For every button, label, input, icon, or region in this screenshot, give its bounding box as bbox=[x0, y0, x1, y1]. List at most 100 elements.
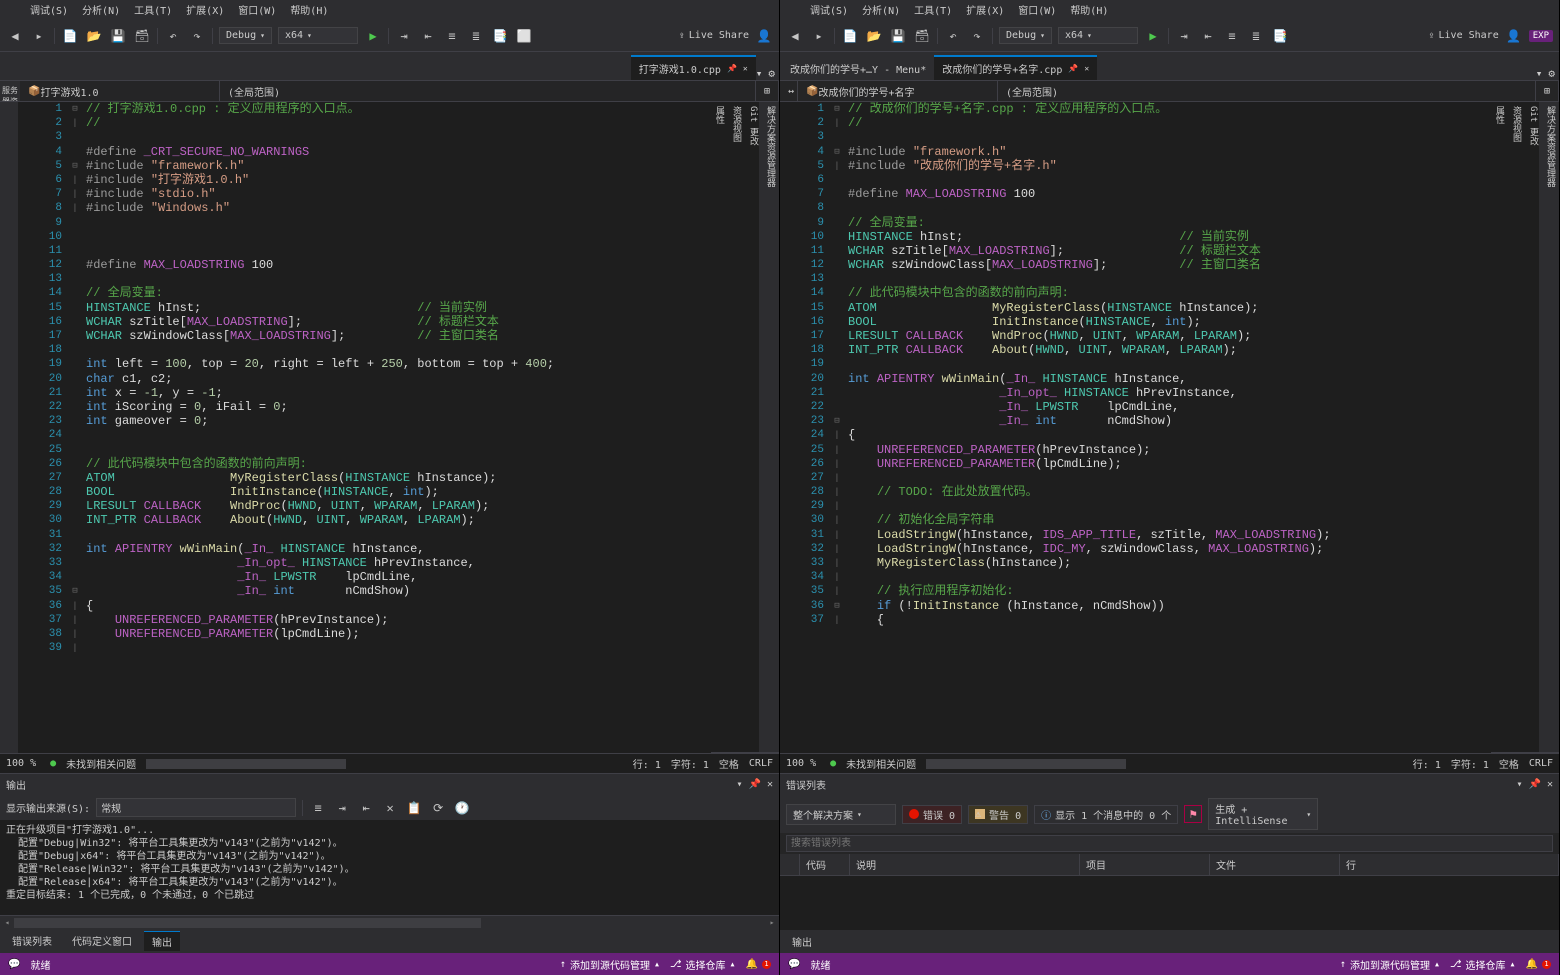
menu-item[interactable]: 分析(N) bbox=[82, 2, 120, 18]
indent-mode[interactable]: 空格 bbox=[1499, 756, 1519, 771]
side-panel-tab[interactable]: 属性 bbox=[711, 102, 728, 753]
nav-back-icon[interactable]: ◀ bbox=[786, 27, 804, 45]
tb-icon[interactable]: ⇥ bbox=[395, 27, 413, 45]
new-icon[interactable]: 📄 bbox=[841, 27, 859, 45]
fold-column[interactable]: ⊟|⊟|⊟||||||||||||⊟| bbox=[830, 102, 844, 753]
pin-icon[interactable]: 📌 bbox=[749, 779, 761, 790]
output-source-select[interactable]: 常规 bbox=[96, 798, 296, 817]
saveall-icon[interactable]: 🗃 bbox=[133, 27, 151, 45]
redo-icon[interactable]: ↷ bbox=[188, 27, 206, 45]
undo-icon[interactable]: ↶ bbox=[944, 27, 962, 45]
tb-icon[interactable]: ⇤ bbox=[419, 27, 437, 45]
bottom-tab[interactable]: 错误列表 bbox=[4, 931, 60, 951]
side-panel-tab[interactable]: Git 更改 bbox=[1525, 102, 1542, 753]
indent-mode[interactable]: 空格 bbox=[719, 756, 739, 771]
pin-icon[interactable]: 📌 bbox=[1529, 779, 1541, 790]
start-debug-icon[interactable]: ▶ bbox=[364, 27, 382, 45]
menubar[interactable]: 调试(S)分析(N)工具(T)扩展(X)窗口(W)帮助(H) bbox=[0, 0, 779, 20]
tb-icon[interactable]: 📑 bbox=[491, 27, 509, 45]
notification-icon[interactable]: 🔔1 bbox=[1526, 959, 1551, 970]
bottom-tab[interactable]: 输出 bbox=[784, 932, 820, 951]
menubar[interactable]: 调试(S)分析(N)工具(T)扩展(X)窗口(W)帮助(H) bbox=[780, 0, 1559, 20]
tb-icon[interactable]: 📑 bbox=[1271, 27, 1289, 45]
line-ending[interactable]: CRLF bbox=[749, 758, 773, 769]
chat-icon[interactable]: 💬 bbox=[788, 959, 800, 970]
close-icon[interactable]: ✕ bbox=[1084, 64, 1089, 73]
config-dropdown[interactable]: Debug bbox=[219, 27, 272, 44]
tb-icon[interactable]: ⇤ bbox=[1199, 27, 1217, 45]
tb-icon[interactable]: ⇤ bbox=[357, 799, 375, 817]
close-icon[interactable]: ✕ bbox=[767, 779, 773, 790]
split-icon[interactable]: ⊞ bbox=[1536, 81, 1559, 101]
tb-icon[interactable]: ≣ bbox=[467, 27, 485, 45]
close-icon[interactable]: ✕ bbox=[1547, 779, 1553, 790]
nav-fwd-icon[interactable]: ▸ bbox=[30, 27, 48, 45]
tb-icon[interactable]: ⇥ bbox=[1175, 27, 1193, 45]
line-ending[interactable]: CRLF bbox=[1529, 758, 1553, 769]
tb-icon[interactable]: ≡ bbox=[309, 799, 327, 817]
menu-item[interactable]: 窗口(W) bbox=[238, 2, 276, 18]
liveshare-button[interactable]: ⇪Live Share bbox=[679, 30, 749, 41]
output-text[interactable]: 正在升级项目"打字游戏1.0"... 配置"Debug|Win32": 将平台工… bbox=[0, 820, 779, 915]
nav-back-icon[interactable]: ◀ bbox=[6, 27, 24, 45]
nav-scope-global[interactable]: (全局范围) bbox=[998, 81, 1536, 101]
right-side-panels[interactable]: 解决方案资源管理器Git 更改资源视图属性 bbox=[759, 102, 779, 753]
errorlist-search-input[interactable] bbox=[786, 835, 1553, 852]
feedback-icon[interactable]: 👤 bbox=[755, 27, 773, 45]
feedback-icon[interactable]: 👤 bbox=[1505, 27, 1523, 45]
fold-column[interactable]: ⊟|⊟|||⊟|||| bbox=[68, 102, 82, 753]
nav-fwd-icon[interactable]: ▸ bbox=[810, 27, 828, 45]
dropdown-icon[interactable]: ▾ bbox=[736, 779, 742, 790]
h-scrollbar[interactable] bbox=[926, 759, 1126, 769]
dropdown-icon[interactable]: ▾ bbox=[1536, 67, 1543, 80]
tab-active[interactable]: 打字游戏1.0.cpp 📌 ✕ bbox=[631, 55, 756, 80]
save-icon[interactable]: 💾 bbox=[889, 27, 907, 45]
side-panel-tab[interactable]: Git 更改 bbox=[745, 102, 762, 753]
save-icon[interactable]: 💾 bbox=[109, 27, 127, 45]
dropdown-icon[interactable]: ▾ bbox=[1516, 779, 1522, 790]
menu-item[interactable]: 帮助(H) bbox=[290, 2, 328, 18]
menu-item[interactable]: 调试(S) bbox=[810, 2, 848, 18]
scm-add[interactable]: ↑ 添加到源代码管理 ▴ bbox=[1340, 957, 1440, 972]
tb-icon[interactable]: ⬜ bbox=[515, 27, 533, 45]
filter-icon[interactable]: ⚑ bbox=[1184, 805, 1202, 823]
errorlist-scope[interactable]: 整个解决方案 bbox=[786, 804, 896, 825]
tab-inactive[interactable]: 改成你们的学号+…Y - Menu* bbox=[782, 57, 934, 80]
repo-select[interactable]: ⎇ 选择仓库 ▴ bbox=[670, 957, 736, 972]
side-panel-tab[interactable]: 资源视图 bbox=[1508, 102, 1525, 753]
menu-item[interactable]: 扩展(X) bbox=[186, 2, 224, 18]
scm-add[interactable]: ↑ 添加到源代码管理 ▴ bbox=[560, 957, 660, 972]
side-panel-tab[interactable]: 解决方案资源管理器 bbox=[1542, 102, 1559, 753]
open-icon[interactable]: 📂 bbox=[85, 27, 103, 45]
tb-icon[interactable]: ⟳ bbox=[429, 799, 447, 817]
zoom-level[interactable]: 100 % bbox=[6, 758, 36, 769]
close-icon[interactable]: ✕ bbox=[743, 64, 748, 73]
h-scrollbar[interactable] bbox=[146, 759, 346, 769]
menu-item[interactable]: 扩展(X) bbox=[966, 2, 1004, 18]
h-scroll[interactable]: ◂▸ bbox=[0, 915, 779, 929]
open-icon[interactable]: 📂 bbox=[865, 27, 883, 45]
tab-active[interactable]: 改成你们的学号+名字.cpp 📌 ✕ bbox=[934, 55, 1097, 80]
menu-item[interactable]: 工具(T) bbox=[134, 2, 172, 18]
menu-item[interactable]: 分析(N) bbox=[862, 2, 900, 18]
undo-icon[interactable]: ↶ bbox=[164, 27, 182, 45]
right-side-panels[interactable]: 解决方案资源管理器Git 更改资源视图属性 bbox=[1539, 102, 1559, 753]
config-dropdown[interactable]: Debug bbox=[999, 27, 1052, 44]
tb-icon[interactable]: 📋 bbox=[405, 799, 423, 817]
split-icon[interactable]: ⊞ bbox=[756, 81, 779, 101]
gear-icon[interactable]: ⚙ bbox=[1548, 67, 1555, 80]
nav-scope-project[interactable]: 📦 改成你们的学号+名字 bbox=[798, 81, 998, 101]
repo-select[interactable]: ⎇ 选择仓库 ▴ bbox=[1450, 957, 1516, 972]
pin-icon[interactable]: 📌 bbox=[1068, 64, 1078, 73]
zoom-level[interactable]: 100 % bbox=[786, 758, 816, 769]
tb-icon[interactable]: ≡ bbox=[443, 27, 461, 45]
bottom-tab[interactable]: 代码定义窗口 bbox=[64, 931, 140, 951]
tb-icon[interactable]: 🕐 bbox=[453, 799, 471, 817]
notification-icon[interactable]: 🔔1 bbox=[746, 959, 771, 970]
code-editor[interactable]: // 改成你们的学号+名字.cpp : 定义应用程序的入口点。// #inclu… bbox=[844, 102, 1539, 753]
error-filter[interactable]: 错误 0 bbox=[902, 805, 962, 824]
start-debug-icon[interactable]: ▶ bbox=[1144, 27, 1162, 45]
side-tool-left[interactable]: 服务器资源管理器 工具箱 bbox=[0, 81, 20, 101]
menu-item[interactable]: 帮助(H) bbox=[1070, 2, 1108, 18]
nav-scope-global[interactable]: (全局范围) bbox=[220, 81, 756, 101]
